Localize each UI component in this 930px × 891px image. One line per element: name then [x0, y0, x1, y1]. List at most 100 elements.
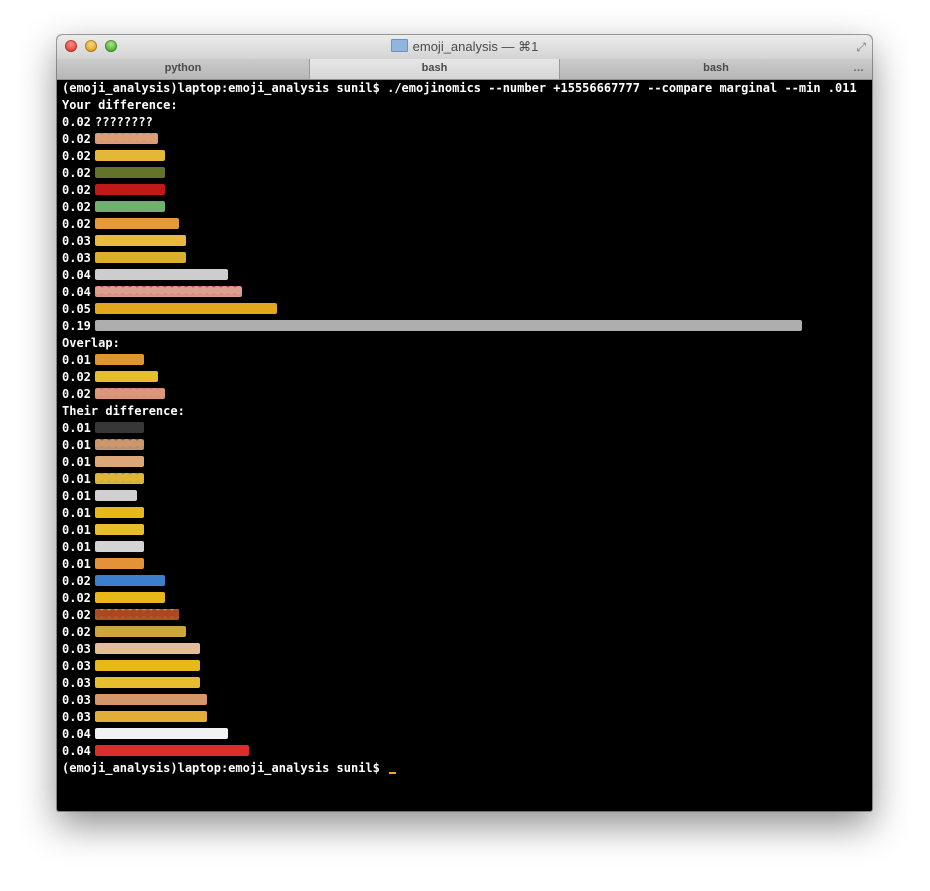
result-row: 0.02	[62, 369, 867, 386]
emoji-bar	[95, 235, 186, 246]
result-row: 0.02	[62, 573, 867, 590]
command-line: (emoji_analysis)laptop:emoji_analysis su…	[62, 81, 857, 95]
row-value: 0.01	[62, 353, 91, 367]
row-value: 0.01	[62, 489, 91, 503]
row-value: 0.03	[62, 251, 91, 265]
emoji-bar	[95, 354, 144, 365]
prompt-line[interactable]: (emoji_analysis)laptop:emoji_analysis su…	[62, 760, 867, 777]
row-value: 0.02	[62, 132, 91, 146]
tab-bash-2[interactable]: bash …	[560, 59, 872, 79]
row-value: 0.02	[62, 387, 91, 401]
tab-overflow-button[interactable]: …	[853, 59, 864, 78]
window-title: emoji_analysis — ⌘1	[412, 39, 539, 54]
emoji-bar	[95, 456, 144, 467]
section-heading: Your difference:	[62, 98, 178, 112]
result-row: 0.01	[62, 488, 867, 505]
tab-label: python	[164, 62, 202, 74]
row-value: 0.02	[62, 574, 91, 588]
row-value: 0.03	[62, 642, 91, 656]
emoji-bar	[95, 660, 200, 671]
emoji-bar	[95, 286, 242, 297]
row-value: 0.01	[62, 540, 91, 554]
result-row: 0.02	[62, 216, 867, 233]
terminal-output[interactable]: (emoji_analysis)laptop:emoji_analysis su…	[62, 80, 867, 811]
result-row: 0.01	[62, 556, 867, 573]
section-heading: Overlap:	[62, 336, 120, 350]
result-row: 0.01	[62, 437, 867, 454]
emoji-bar	[95, 388, 165, 399]
emoji-bar	[95, 269, 228, 280]
emoji-bar	[95, 711, 207, 722]
emoji-bar	[95, 728, 228, 739]
emoji-bar	[95, 507, 144, 518]
emoji-bar	[95, 422, 144, 433]
row-value: 0.02	[62, 608, 91, 622]
title-bar[interactable]: emoji_analysis — ⌘1 ⤢	[57, 35, 872, 59]
result-row: 0.02	[62, 131, 867, 148]
emoji-bar	[95, 575, 165, 586]
row-value: 0.04	[62, 268, 91, 282]
emoji-bar	[95, 303, 277, 314]
result-row: 0.02	[62, 165, 867, 182]
row-value: 0.01	[62, 455, 91, 469]
result-row: 0.01	[62, 454, 867, 471]
tab-python[interactable]: python	[57, 59, 310, 79]
result-row: 0.02	[62, 624, 867, 641]
emoji-bar	[95, 201, 165, 212]
result-row: 0.01	[62, 522, 867, 539]
tab-label: bash	[421, 62, 448, 74]
row-value: 0.02	[62, 149, 91, 163]
result-row: 0.04	[62, 284, 867, 301]
emoji-bar	[95, 184, 165, 195]
row-value: 0.03	[62, 676, 91, 690]
result-row: 0.01	[62, 505, 867, 522]
row-text: ????????	[95, 115, 153, 129]
row-value: 0.02	[62, 200, 91, 214]
result-row: 0.02	[62, 590, 867, 607]
emoji-bar	[95, 524, 144, 535]
result-row: 0.01	[62, 352, 867, 369]
result-row: 0.04	[62, 726, 867, 743]
result-row: 0.01	[62, 539, 867, 556]
emoji-bar	[95, 133, 158, 144]
emoji-bar	[95, 592, 165, 603]
result-row: 0.04	[62, 267, 867, 284]
result-row: 0.03	[62, 250, 867, 267]
emoji-bar	[95, 694, 207, 705]
result-row: 0.03	[62, 233, 867, 250]
result-row: 0.04	[62, 743, 867, 760]
row-value: 0.02	[62, 625, 91, 639]
terminal-window: emoji_analysis — ⌘1 ⤢ python bash bash… …	[57, 35, 872, 811]
row-value: 0.02	[62, 591, 91, 605]
result-row: 0.03	[62, 641, 867, 658]
result-row: 0.03	[62, 675, 867, 692]
result-row: 0.03	[62, 692, 867, 709]
tab-bash-1[interactable]: bash	[310, 59, 560, 79]
section-heading: Their difference:	[62, 404, 185, 418]
result-row: 0.01	[62, 471, 867, 488]
row-value: 0.04	[62, 744, 91, 758]
row-value: 0.01	[62, 472, 91, 486]
result-row: 0.05	[62, 301, 867, 318]
result-row: 0.03	[62, 658, 867, 675]
tab-label: bash	[703, 62, 729, 74]
row-value: 0.01	[62, 421, 91, 435]
row-value: 0.01	[62, 506, 91, 520]
emoji-bar	[95, 252, 186, 263]
result-row: 0.02????????	[62, 114, 867, 131]
result-row: 0.02	[62, 199, 867, 216]
row-value: 0.02	[62, 217, 91, 231]
result-row: 0.02	[62, 386, 867, 403]
emoji-bar	[95, 167, 165, 178]
emoji-bar	[95, 745, 249, 756]
emoji-bar	[95, 626, 186, 637]
emoji-bar	[95, 490, 137, 501]
cursor	[389, 772, 397, 774]
row-value: 0.03	[62, 659, 91, 673]
row-value: 0.19	[62, 319, 91, 333]
folder-icon	[390, 39, 408, 52]
tab-bar: python bash bash …	[57, 59, 872, 80]
emoji-bar	[95, 609, 179, 620]
fullscreen-icon[interactable]: ⤢	[856, 40, 866, 55]
row-value: 0.03	[62, 710, 91, 724]
